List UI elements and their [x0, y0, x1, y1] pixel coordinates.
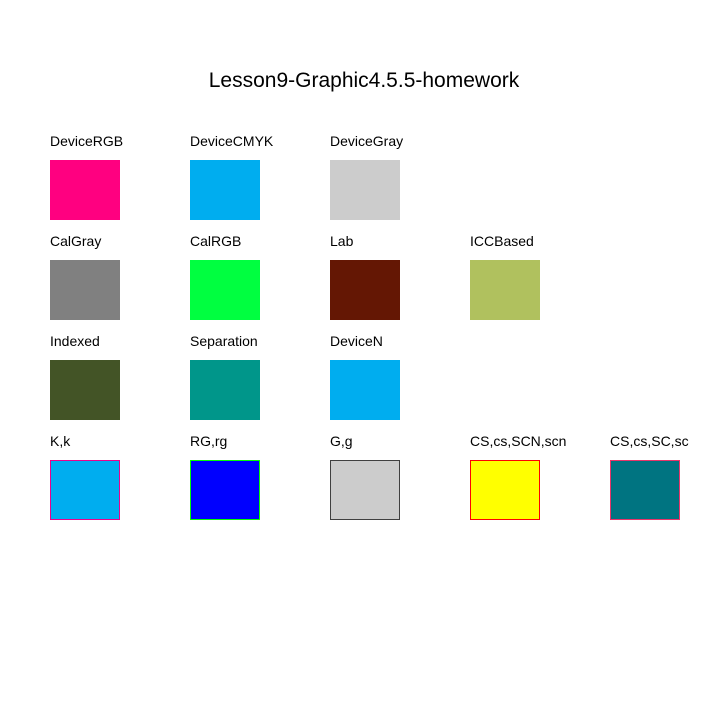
swatch-label: K,k — [50, 433, 71, 449]
swatch-cell-indexed: Indexed — [50, 330, 180, 425]
swatch-label: CS,cs,SCN,scn — [470, 433, 567, 449]
swatch-label: Indexed — [50, 333, 100, 349]
swatch-cell-lab: Lab — [330, 230, 460, 325]
swatch-cell-device-n: DeviceN — [330, 330, 460, 425]
swatch-cell-cal-rgb: CalRGB — [190, 230, 320, 325]
swatch-cell-k-operator: K,k — [50, 430, 180, 525]
swatch-cell-separation: Separation — [190, 330, 320, 425]
swatch-cell-device-gray: DeviceGray — [330, 130, 460, 225]
color-swatch — [470, 460, 540, 520]
swatch-cell-device-rgb: DeviceRGB — [50, 130, 180, 225]
swatch-label: RG,rg — [190, 433, 228, 449]
color-swatch — [330, 360, 400, 420]
color-swatch — [190, 460, 260, 520]
color-swatch — [330, 160, 400, 220]
swatch-label: CS,cs,SC,sc — [610, 433, 689, 449]
swatch-row-device-spaces: DeviceRGB DeviceCMYK DeviceGray — [0, 130, 720, 230]
color-swatch — [50, 260, 120, 320]
swatch-cell-g-operator: G,g — [330, 430, 460, 525]
color-swatch — [330, 260, 400, 320]
swatch-label: DeviceGray — [330, 133, 404, 149]
swatch-cell-rg-operator: RG,rg — [190, 430, 320, 525]
color-swatch — [610, 460, 680, 520]
swatch-label: CalGray — [50, 233, 102, 249]
color-swatch — [190, 360, 260, 420]
swatch-cell-device-cmyk: DeviceCMYK — [190, 130, 320, 225]
color-swatch — [50, 360, 120, 420]
swatch-label: DeviceCMYK — [190, 133, 274, 149]
swatch-cell-icc-based: ICCBased — [470, 230, 600, 325]
swatch-cell-cal-gray: CalGray — [50, 230, 180, 325]
swatch-cell-sc-operator: CS,cs,SC,sc — [610, 430, 715, 525]
swatch-label: G,g — [330, 433, 353, 449]
swatch-label: Lab — [330, 233, 354, 249]
swatch-row-cie-spaces: CalGray CalRGB Lab ICCBased — [0, 230, 720, 330]
swatch-label: DeviceN — [330, 333, 383, 349]
color-swatch — [190, 160, 260, 220]
swatch-row-special-spaces: Indexed Separation DeviceN — [0, 330, 720, 430]
swatch-row-color-operators: K,k RG,rg G,g CS,cs,SCN,scn CS,cs,SC,sc — [0, 430, 720, 530]
swatch-label: ICCBased — [470, 233, 534, 249]
swatch-cell-scn-operator: CS,cs,SCN,scn — [470, 430, 600, 525]
color-swatch — [50, 460, 120, 520]
color-swatch — [330, 460, 400, 520]
color-swatch — [50, 160, 120, 220]
swatch-label: CalRGB — [190, 233, 242, 249]
color-swatch — [470, 260, 540, 320]
swatch-label: DeviceRGB — [50, 133, 124, 149]
page-title: Lesson9-Graphic4.5.5-homework — [208, 69, 520, 92]
swatch-label: Separation — [190, 333, 258, 349]
color-swatch — [190, 260, 260, 320]
